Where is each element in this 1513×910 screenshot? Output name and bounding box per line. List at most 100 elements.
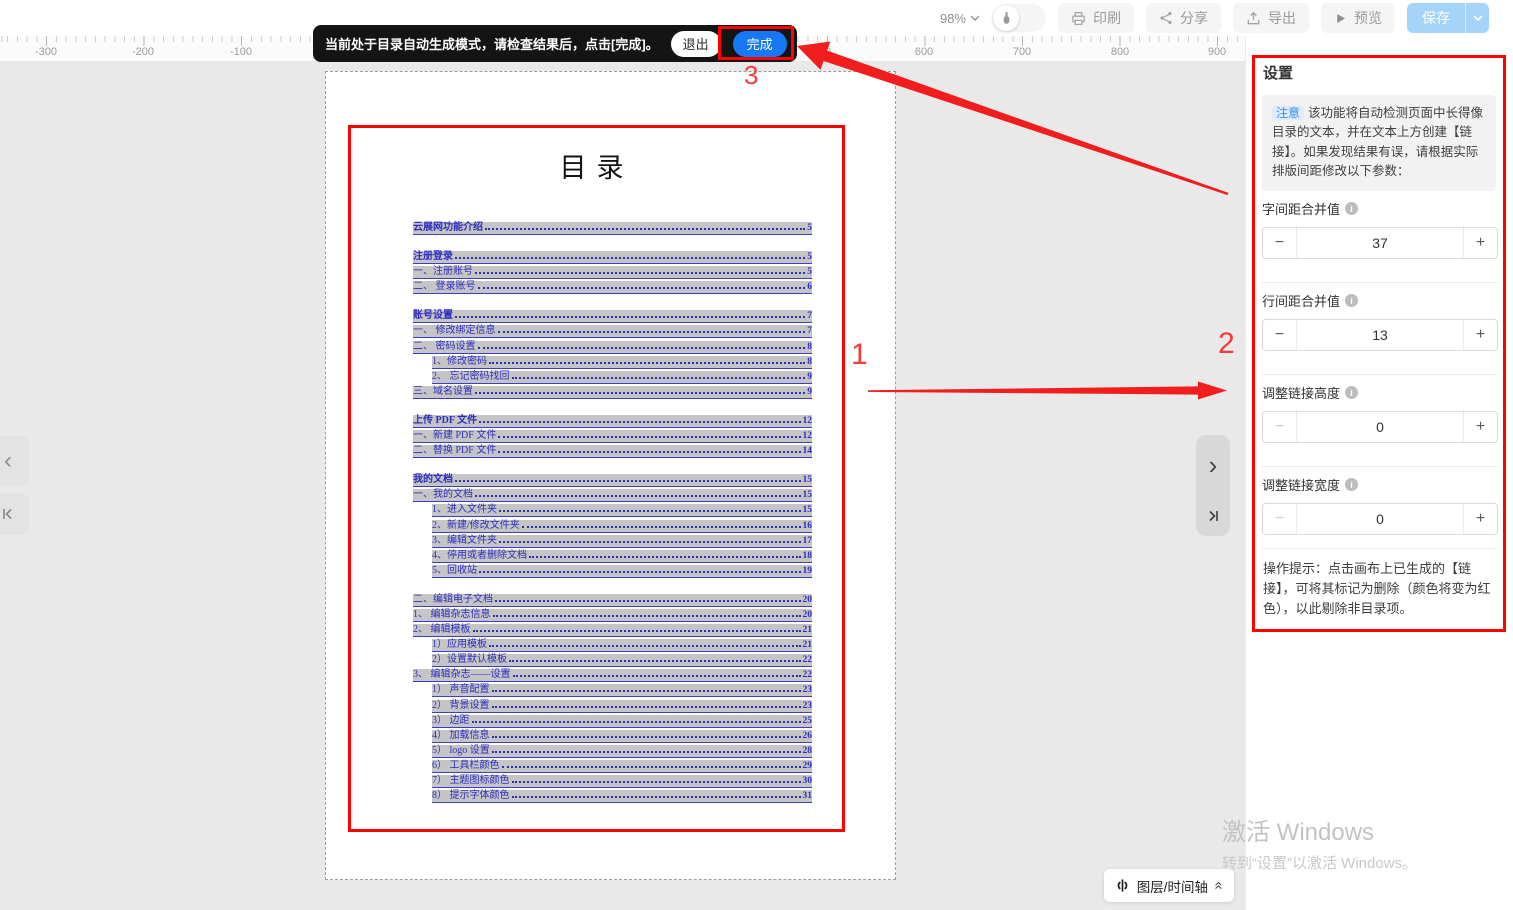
preview-button[interactable]: 预览 [1321, 3, 1395, 33]
toc-leader-dots [478, 347, 806, 349]
info-icon[interactable]: i [1345, 478, 1358, 491]
toc-entry-page: 8 [807, 356, 812, 368]
ruler-label: 800 [1111, 46, 1129, 58]
toc-entry-title: 二、 密码设置 [413, 341, 476, 353]
touch-mode-toggle[interactable] [992, 4, 1046, 32]
toc-entry-link[interactable]: 7） 主题图标颜色30 [432, 775, 812, 788]
toc-row: 2、 编辑模板21 [413, 622, 812, 637]
toc-leader-dots [522, 526, 801, 528]
decrease-button[interactable]: − [1263, 412, 1297, 442]
toc-entry-page: 17 [803, 535, 813, 547]
toc-entry-link[interactable]: 一、新建 PDF 文件12 [413, 430, 812, 443]
toc-entry-link[interactable]: 2、 忘记密码找回9 [432, 371, 812, 384]
field-char-spacing: 字间距合并值i − 37 + [1262, 199, 1498, 259]
info-icon[interactable]: i [1345, 202, 1358, 215]
ruler-label: 900 [1208, 46, 1226, 58]
done-button[interactable]: 完成 [733, 31, 787, 57]
preview-label: 预览 [1354, 8, 1382, 28]
line-spacing-value[interactable]: 13 [1297, 320, 1463, 350]
info-icon[interactable]: i [1345, 386, 1358, 399]
stepper-link-width: − 0 + [1262, 503, 1498, 535]
exit-button[interactable]: 退出 [671, 31, 721, 57]
toc-entry-link[interactable]: 5） logo 设置28 [432, 745, 812, 758]
toc-entry-link[interactable]: 二、 密码设置8 [413, 341, 812, 354]
layers-timeline-button[interactable]: 图层/时间轴 « [1104, 869, 1234, 902]
increase-button[interactable]: + [1463, 320, 1497, 350]
toc-entry-link[interactable]: 4） 加载信息 26 [432, 730, 812, 743]
toc-entry-link[interactable]: 4、停用或者删除文档18 [432, 550, 812, 563]
toc-entry-link[interactable]: 云展网功能介绍5 [413, 222, 812, 235]
toc-entry-link[interactable]: 一、 修改绑定信息7 [413, 325, 812, 338]
toc-leader-dots [479, 571, 801, 573]
increase-button[interactable]: + [1463, 412, 1497, 442]
toc-entry-link[interactable]: 5、回收站19 [432, 565, 812, 578]
toc-entry-link[interactable]: 二、编辑电子文档20 [413, 594, 812, 607]
save-dropdown-button[interactable] [1465, 3, 1489, 33]
save-button[interactable]: 保存 [1407, 3, 1465, 33]
toc-entry-link[interactable]: 2、 编辑模板21 [413, 624, 812, 637]
toc-entry-link[interactable]: 3） 边距25 [432, 715, 812, 728]
decrease-button[interactable]: − [1263, 228, 1297, 258]
toc-entry-link[interactable]: 二、 登录账号6 [413, 281, 812, 294]
toc-leader-dots [455, 480, 801, 482]
toc-entry-page: 26 [803, 730, 813, 742]
toc-entry-page: 22 [803, 654, 813, 666]
ruler-label: 600 [915, 46, 933, 58]
toc-entry-page: 5 [807, 251, 812, 263]
toc-entry-link[interactable]: 3、编辑文件夹17 [432, 535, 812, 548]
export-button[interactable]: 导出 [1233, 3, 1309, 33]
decrease-button[interactable]: − [1263, 320, 1297, 350]
toc-entry-link[interactable]: 我的文档15 [413, 474, 812, 487]
increase-button[interactable]: + [1463, 504, 1497, 534]
toc-row: 二、 登录账号6 [413, 279, 812, 294]
toc-entry-page: 7 [807, 310, 812, 322]
toc-entry-title: 账号设置 [413, 310, 453, 322]
toc-entry-link[interactable]: 一、注册账号5 [413, 266, 812, 279]
toc-entry-link[interactable]: 2、新建/修改文件夹16 [432, 520, 812, 533]
toc-group: 上传 PDF 文件12 一、新建 PDF 文件12 二、替换 PDF 文件14 [413, 413, 812, 458]
toc-entry-link[interactable]: 三、域名设置9 [413, 386, 812, 399]
toc-entry-title: 1） 声音配置 [432, 684, 490, 696]
last-page-button[interactable] [1196, 496, 1230, 536]
toc-entry-link[interactable]: 二、替换 PDF 文件14 [413, 445, 812, 458]
toc-leader-dots [492, 690, 801, 692]
toc-entry-link[interactable]: 8） 提示字体颜色31 [432, 790, 812, 803]
share-button[interactable]: 分享 [1146, 3, 1221, 33]
toc-leader-dots [485, 228, 805, 230]
zoom-level-control[interactable]: 98% [940, 11, 980, 26]
toc-row: 二、 密码设置8 [413, 339, 812, 354]
decrease-button[interactable]: − [1263, 504, 1297, 534]
toc-entry-link[interactable]: 2） 背景设置23 [432, 700, 812, 713]
toc-entry-link[interactable]: 账号设置 7 [413, 310, 812, 323]
first-page-button[interactable] [0, 493, 30, 535]
toc-entry-title: 4） 加载信息 [432, 730, 490, 742]
ruler-label: -300 [35, 46, 57, 58]
char-spacing-value[interactable]: 37 [1297, 228, 1463, 258]
increase-button[interactable]: + [1463, 228, 1497, 258]
toc-leader-dots [512, 377, 806, 379]
toc-entry-link[interactable]: 2）设置默认模板22 [432, 654, 812, 667]
toc-entry-page: 30 [803, 775, 813, 787]
link-height-value[interactable]: 0 [1297, 412, 1463, 442]
toc-entry-page: 28 [803, 745, 813, 757]
link-width-value[interactable]: 0 [1297, 504, 1463, 534]
toc-entry-link[interactable]: 1、修改密码8 [432, 356, 812, 369]
toc-entry-link[interactable]: 3、 编辑杂志——设置22 [413, 669, 812, 682]
toc-group: 云展网功能介绍5 [413, 220, 812, 235]
info-icon[interactable]: i [1345, 294, 1358, 307]
toc-entry-link[interactable]: 1）应用模板21 [432, 639, 812, 652]
toc-entry-page: 5 [807, 222, 812, 234]
toc-entry-link[interactable]: 1） 声音配置23 [432, 684, 812, 697]
toc-entry-link[interactable]: 1、进入文件夹15 [432, 504, 812, 517]
toc-entry-link[interactable]: 1、 编辑杂志信息20 [413, 609, 812, 622]
toc-row: 1）应用模板21 [413, 637, 812, 652]
prev-page-button[interactable]: ‹ [0, 436, 30, 486]
field-link-width: 调整链接宽度i − 0 + [1262, 475, 1498, 535]
toc-entry-link[interactable]: 6） 工具栏颜色29 [432, 760, 812, 773]
toc-entry-link[interactable]: 注册登录5 [413, 251, 812, 264]
toc-entry-link[interactable]: 一、我的文档15 [413, 489, 812, 502]
print-button[interactable]: 印刷 [1058, 3, 1134, 33]
next-page-button[interactable]: › [1196, 435, 1230, 496]
toc-leader-dots [455, 316, 805, 318]
toc-entry-link[interactable]: 上传 PDF 文件12 [413, 415, 812, 428]
